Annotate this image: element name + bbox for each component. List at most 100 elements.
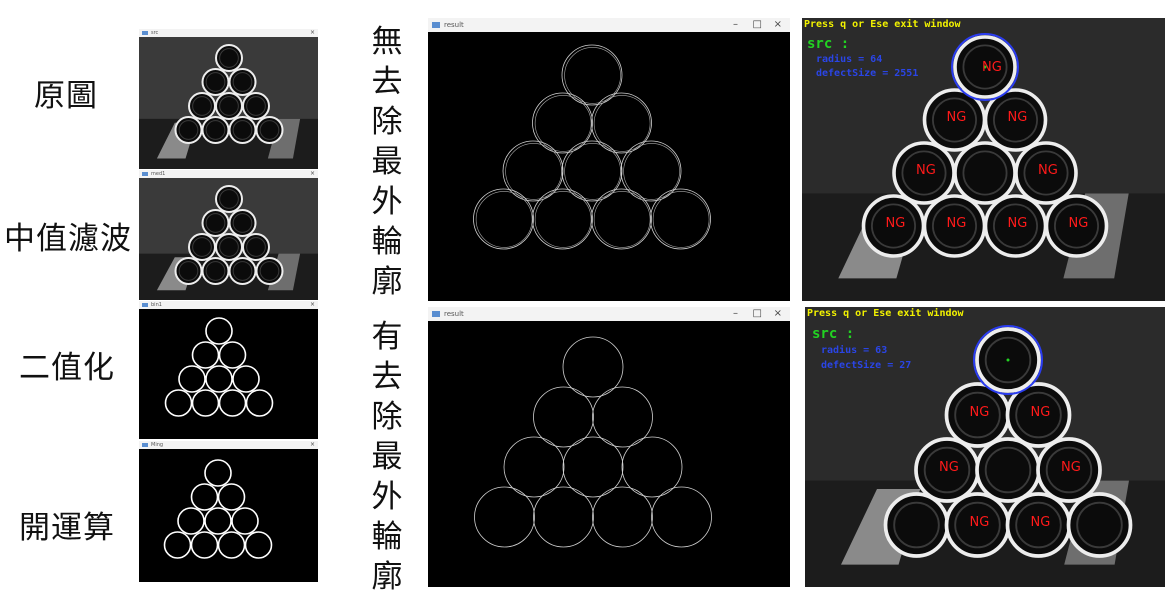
image-contours-no-removal <box>473 44 711 250</box>
pipe-outline <box>178 365 206 393</box>
contour <box>651 486 712 548</box>
window-icon <box>142 443 148 447</box>
ng-label: NG <box>885 216 906 231</box>
pipe-outline <box>218 389 247 417</box>
window-icon <box>432 22 440 28</box>
minimize-icon[interactable]: – <box>733 307 738 321</box>
pipe-outline <box>231 507 259 535</box>
maximize-icon[interactable]: □ <box>753 307 762 321</box>
pipe-outline <box>204 459 232 487</box>
defect-size-text: defectSize = 2551 <box>816 68 919 79</box>
window-median: med1 × <box>139 170 318 300</box>
pipe-outline <box>190 483 219 511</box>
close-icon[interactable]: × <box>774 18 782 32</box>
instruction-text: Press q or Ese exit window <box>807 308 964 319</box>
contour <box>561 44 623 106</box>
contour <box>591 188 652 250</box>
pipe-outline <box>191 341 220 369</box>
window-title: Ming <box>151 442 164 448</box>
pipe-outline <box>245 389 274 417</box>
label-median-filter: 中值濾波 <box>4 221 132 257</box>
ng-label: NG <box>1030 515 1051 530</box>
close-icon[interactable]: × <box>310 170 315 178</box>
contour <box>502 140 564 202</box>
window-title: result <box>444 21 464 29</box>
ng-label: NG <box>1068 216 1089 231</box>
window-title: bin1 <box>151 302 162 308</box>
titlebar[interactable]: bin1 × <box>139 301 318 309</box>
ng-label: NG <box>1007 110 1028 125</box>
contour-inner <box>475 191 533 248</box>
center-point <box>1006 358 1010 362</box>
src-label: src : <box>807 36 850 52</box>
window-title: med1 <box>151 171 166 177</box>
ng-label: NG <box>946 216 967 231</box>
contour <box>650 188 711 250</box>
radius-text: radius = 63 <box>821 345 888 356</box>
titlebar[interactable]: result – □ × <box>428 18 790 32</box>
contour <box>561 140 623 202</box>
image-original-pipes <box>139 37 318 169</box>
ng-label: NG <box>946 110 967 125</box>
contour <box>474 486 535 548</box>
label-binarization: 二值化 <box>19 350 115 386</box>
contour <box>532 188 593 250</box>
close-icon[interactable]: × <box>310 29 315 37</box>
window-icon <box>142 172 148 176</box>
contour <box>620 140 682 202</box>
window-result-bottom: result – □ × <box>428 307 790 587</box>
ng-label: NG <box>939 460 959 475</box>
label-opening: 開運算 <box>19 510 115 546</box>
contour-inner <box>652 191 710 248</box>
titlebar[interactable]: result – □ × <box>428 307 790 321</box>
window-title: result <box>444 310 464 318</box>
radius-text: radius = 64 <box>816 54 883 65</box>
ng-label: NG <box>916 163 936 178</box>
ng-label: NG <box>1007 216 1028 231</box>
image-binary-pipes <box>164 317 274 417</box>
window-icon <box>142 31 148 35</box>
pipe-outline <box>204 507 232 535</box>
pipe-outline <box>164 389 193 417</box>
close-icon[interactable]: × <box>310 441 315 449</box>
label-no-outer-contour-removal: 無去除最外輪廓 <box>371 24 403 300</box>
pipe-outline <box>244 531 273 559</box>
window-icon <box>432 311 440 317</box>
ng-label: NG <box>969 405 990 420</box>
maximize-icon[interactable]: □ <box>753 18 762 32</box>
window-opening: Ming × <box>139 441 318 582</box>
pipe-outline <box>217 531 246 559</box>
instruction-text: Press q or Ese exit window <box>804 19 961 30</box>
image-contours-with-removal <box>474 336 712 548</box>
contour <box>591 92 652 154</box>
window-detection-bottom: Press q or Ese exit window src : radius … <box>805 307 1165 587</box>
contour-inner <box>593 191 651 248</box>
titlebar[interactable]: med1 × <box>139 170 318 178</box>
window-result-top: result – □ × <box>428 18 790 301</box>
pipe-outline <box>232 365 260 393</box>
window-detection-top: Press q or Ese exit window src : radius … <box>802 18 1165 301</box>
pipe-outline <box>177 507 205 535</box>
ng-label: NG <box>969 515 990 530</box>
window-title: src <box>151 30 159 36</box>
contour <box>533 486 594 548</box>
ng-label: NG <box>1038 163 1058 178</box>
label-original: 原圖 <box>34 78 98 114</box>
close-icon[interactable]: × <box>774 307 782 321</box>
label-with-outer-contour-removal: 有去除最外輪廓 <box>371 319 403 595</box>
window-icon <box>142 303 148 307</box>
pipe-outline <box>163 531 192 559</box>
ng-label: NG <box>1030 405 1051 420</box>
image-opening-pipes <box>163 459 273 559</box>
titlebar[interactable]: src × <box>139 29 318 37</box>
contour <box>592 486 653 548</box>
titlebar[interactable]: Ming × <box>139 441 318 449</box>
contour-inner <box>534 191 592 248</box>
ng-label: NG <box>1061 460 1081 475</box>
close-icon[interactable]: × <box>310 301 315 309</box>
pipe-outline <box>217 483 246 511</box>
defect-size-text: defectSize = 27 <box>821 360 912 371</box>
minimize-icon[interactable]: – <box>733 18 738 32</box>
contour <box>473 188 534 250</box>
pipe-outline <box>205 365 233 393</box>
